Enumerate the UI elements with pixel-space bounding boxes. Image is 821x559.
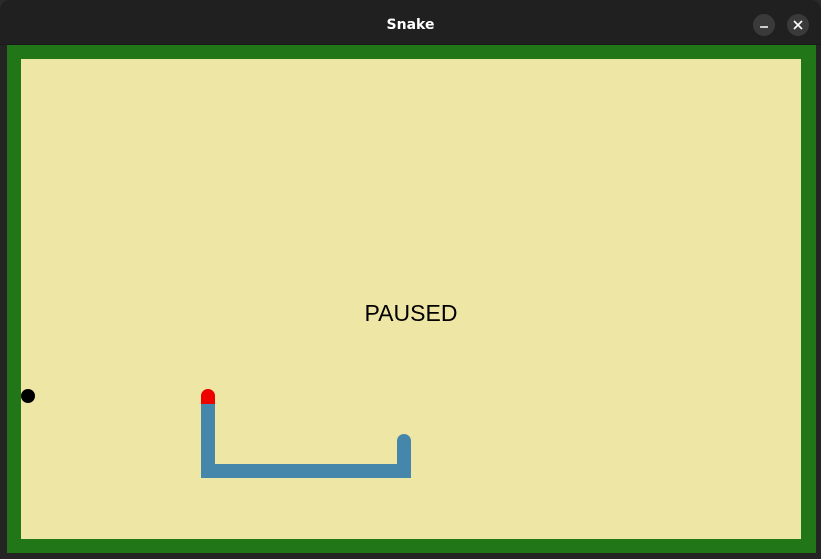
snake-tail — [397, 434, 411, 448]
minimize-button[interactable] — [753, 14, 775, 36]
game-board: PAUSED — [7, 45, 816, 553]
food-pellet — [21, 389, 35, 403]
close-button[interactable] — [787, 14, 809, 36]
title-bar[interactable]: Snake — [0, 0, 821, 45]
window-title: Snake — [386, 17, 435, 33]
game-canvas[interactable]: PAUSED — [7, 45, 816, 553]
app-window: Snake PAUSED — [0, 0, 821, 559]
minimize-icon — [760, 26, 768, 28]
snake-head — [201, 389, 215, 404]
close-icon — [793, 20, 803, 30]
paused-status: PAUSED — [365, 300, 458, 326]
